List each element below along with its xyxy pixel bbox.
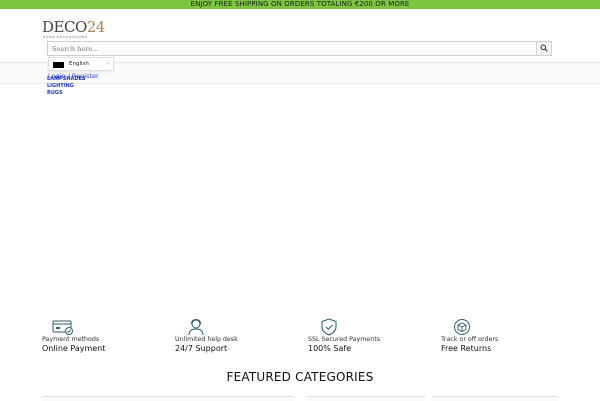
category-card[interactable] — [307, 396, 425, 401]
language-switcher[interactable]: English › — [48, 57, 114, 71]
box-return-icon — [454, 319, 470, 335]
promo-bar: ENJOY FREE SHIPPING ON ORDERS TOTALING €… — [0, 0, 600, 9]
category-card[interactable] — [432, 396, 558, 401]
search-input[interactable] — [48, 42, 540, 55]
logo-tagline: HOME DECORATIONS — [43, 35, 88, 39]
feature-caption: Unlimited help desk — [175, 336, 238, 343]
main-menu: LAMPSHADES LIGHTING RUGS — [47, 76, 86, 97]
search-icon — [540, 44, 548, 52]
language-label: English — [69, 61, 89, 67]
nav-item-lampshades[interactable]: LAMPSHADES — [47, 76, 86, 83]
nav-item-rugs[interactable]: RUGS — [47, 90, 86, 97]
credit-card-check-icon — [52, 320, 73, 335]
shield-check-icon — [321, 318, 337, 336]
chevron-right-icon: › — [107, 61, 109, 67]
category-card[interactable] — [42, 396, 294, 401]
logo-main-text: DECO — [42, 18, 87, 36]
feature-caption: SSL Secured Payments — [308, 336, 380, 343]
flag-icon — [53, 62, 64, 68]
feature-title: Online Payment — [42, 344, 106, 353]
feature-caption: Track or off orders — [441, 336, 499, 343]
logo-wordmark: DECO24 — [42, 19, 105, 35]
featured-categories-heading: FEATURED CATEGORIES — [226, 370, 374, 384]
logo-number: 24 — [86, 18, 106, 36]
feature-caption: Payment methods — [42, 336, 100, 343]
feature-title: Free Returns — [441, 344, 492, 353]
support-agent-icon — [188, 318, 204, 336]
promo-text: ENJOY FREE SHIPPING ON ORDERS TOTALING €… — [190, 0, 410, 8]
nav-item-lighting[interactable]: LIGHTING — [47, 83, 86, 90]
feature-title: 24/7 Support — [175, 344, 228, 353]
features-row: Payment methods Online Payment Unlimited… — [0, 318, 600, 358]
search-button[interactable] — [536, 42, 551, 55]
site-logo[interactable]: DECO24 HOME DECORATIONS — [42, 19, 112, 41]
feature-title: 100% Safe — [308, 344, 352, 353]
search-bar — [47, 41, 552, 56]
